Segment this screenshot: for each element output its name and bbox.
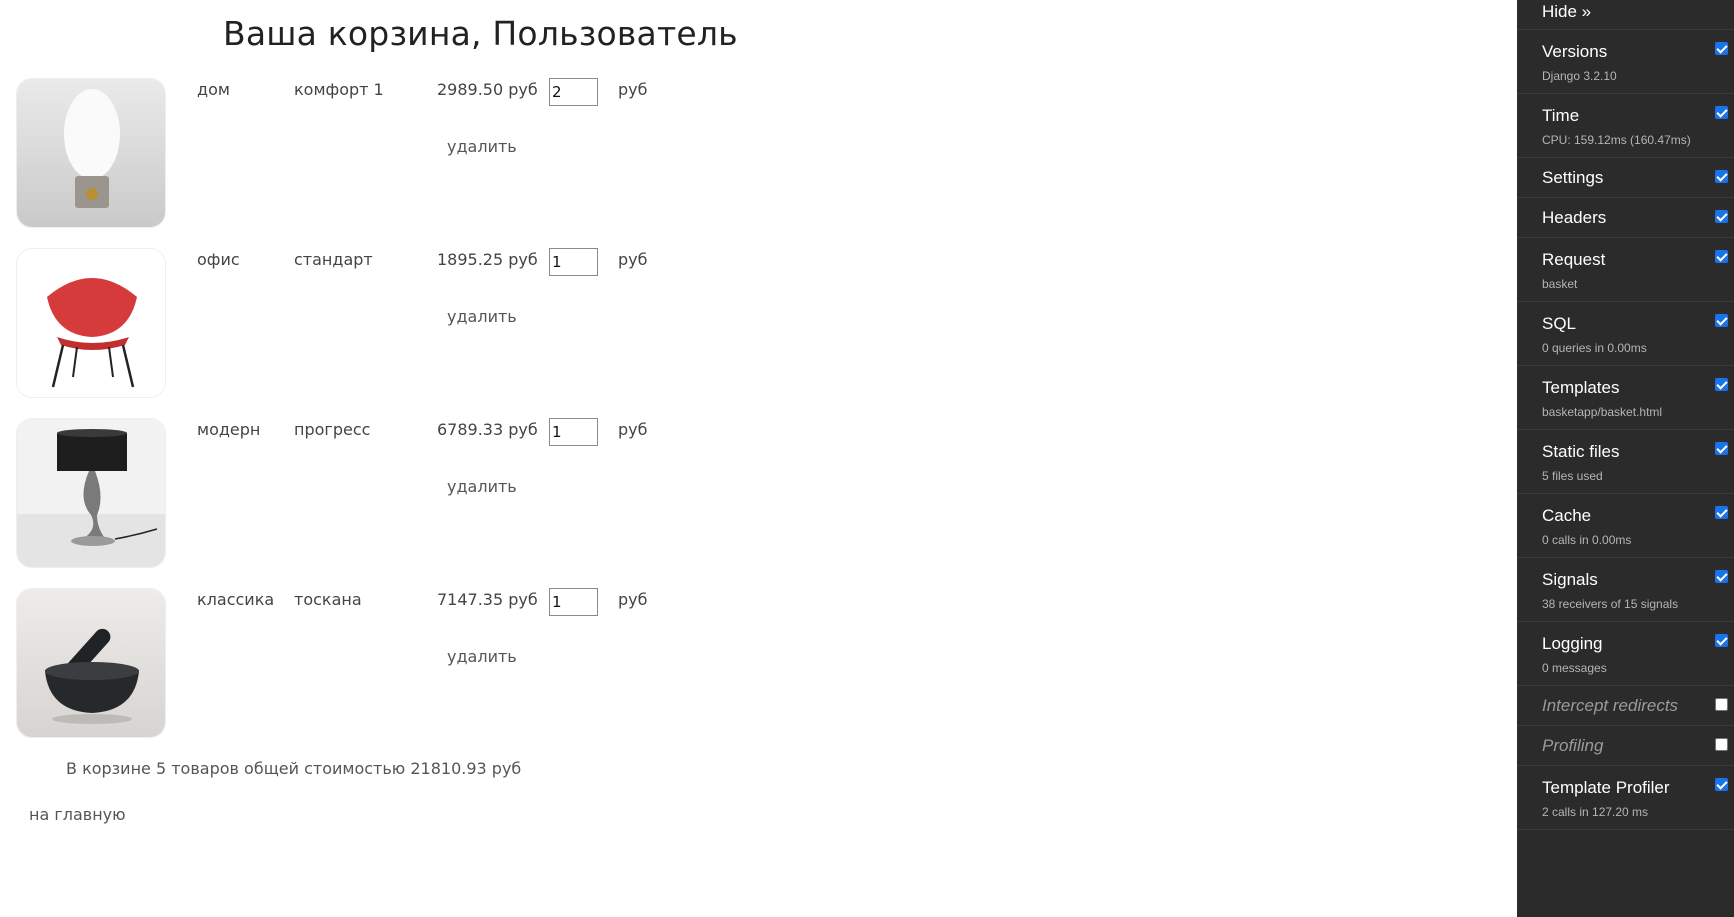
basket-item: офис стандарт 1895.25 руб руб удалить — [16, 248, 716, 398]
red-chair-icon[interactable] — [16, 248, 166, 398]
panel-cache[interactable]: Cache 0 calls in 0.00ms — [1517, 494, 1734, 558]
panel-toggle-checkbox[interactable] — [1715, 314, 1728, 327]
item-category: дом — [197, 80, 230, 99]
panel-subtitle: 38 receivers of 15 signals — [1542, 597, 1679, 611]
panel-title: Time — [1542, 106, 1580, 125]
home-link[interactable]: на главную — [29, 805, 126, 824]
panel-profiling[interactable]: Profiling — [1517, 726, 1734, 766]
delete-button[interactable]: удалить — [447, 477, 517, 496]
panel-toggle-checkbox[interactable] — [1715, 778, 1728, 791]
panel-subtitle: basket — [1542, 277, 1578, 291]
panel-title: Static files — [1542, 442, 1620, 461]
panel-subtitle: basketapp/basket.html — [1542, 405, 1663, 419]
panel-template-profiler[interactable]: Template Profiler 2 calls in 127.20 ms — [1517, 766, 1734, 830]
panel-title: Cache — [1542, 506, 1592, 525]
item-category: модерн — [197, 420, 261, 439]
item-currency: руб — [618, 420, 648, 439]
panel-static-files[interactable]: Static files 5 files used — [1517, 430, 1734, 494]
panel-versions[interactable]: Versions Django 3.2.10 — [1517, 30, 1734, 94]
panel-title: Intercept redirects — [1542, 696, 1679, 715]
panel-toggle-checkbox[interactable] — [1715, 698, 1728, 711]
panel-title: Profiling — [1542, 736, 1604, 755]
basket-page: Ваша корзина, Пользователь дом комфорт 1… — [0, 0, 1517, 917]
panel-toggle-checkbox[interactable] — [1715, 634, 1728, 647]
hide-toolbar-button[interactable]: Hide » — [1517, 0, 1734, 30]
item-price: 2989.50 руб — [437, 80, 538, 99]
quantity-input[interactable] — [549, 418, 598, 446]
panel-title: Template Profiler — [1542, 778, 1670, 797]
delete-button[interactable]: удалить — [447, 647, 517, 666]
panel-subtitle: 5 files used — [1542, 469, 1603, 483]
item-price: 1895.25 руб — [437, 250, 538, 269]
panel-toggle-checkbox[interactable] — [1715, 738, 1728, 751]
panel-toggle-checkbox[interactable] — [1715, 378, 1728, 391]
item-currency: руб — [618, 250, 648, 269]
panel-subtitle: 2 calls in 127.20 ms — [1542, 805, 1649, 819]
panel-subtitle: Django 3.2.10 — [1542, 69, 1617, 83]
mortar-pestle-icon[interactable] — [16, 588, 166, 738]
panel-toggle-checkbox[interactable] — [1715, 442, 1728, 455]
basket-summary: В корзине 5 товаров общей стоимостью 218… — [66, 759, 522, 778]
basket-item: модерн прогресс 6789.33 руб руб удалить — [16, 418, 716, 568]
quantity-input[interactable] — [549, 78, 598, 106]
debug-toolbar: Hide » Versions Django 3.2.10 Time CPU: … — [1517, 0, 1734, 917]
egg-lamp-icon[interactable] — [16, 78, 166, 228]
item-name: прогресс — [294, 420, 371, 439]
panel-subtitle: 0 calls in 0.00ms — [1542, 533, 1632, 547]
panel-subtitle: 0 queries in 0.00ms — [1542, 341, 1647, 355]
item-name: комфорт 1 — [294, 80, 384, 99]
panel-toggle-checkbox[interactable] — [1715, 42, 1728, 55]
panel-subtitle: CPU: 159.12ms (160.47ms) — [1542, 133, 1691, 147]
delete-button[interactable]: удалить — [447, 137, 517, 156]
panel-toggle-checkbox[interactable] — [1715, 170, 1728, 183]
item-price: 7147.35 руб — [437, 590, 538, 609]
panel-templates[interactable]: Templates basketapp/basket.html — [1517, 366, 1734, 430]
panel-toggle-checkbox[interactable] — [1715, 210, 1728, 223]
panel-title: Logging — [1542, 634, 1603, 653]
item-price: 6789.33 руб — [437, 420, 538, 439]
panel-title: Signals — [1542, 570, 1598, 589]
page-title: Ваша корзина, Пользователь — [223, 14, 738, 53]
panel-title: Settings — [1542, 168, 1604, 187]
item-currency: руб — [618, 80, 648, 99]
item-category: офис — [197, 250, 240, 269]
panel-signals[interactable]: Signals 38 receivers of 15 signals — [1517, 558, 1734, 622]
panel-toggle-checkbox[interactable] — [1715, 570, 1728, 583]
item-name: тоскана — [294, 590, 362, 609]
panel-toggle-checkbox[interactable] — [1715, 506, 1728, 519]
item-category: классика — [197, 590, 275, 609]
delete-button[interactable]: удалить — [447, 307, 517, 326]
panel-request[interactable]: Request basket — [1517, 238, 1734, 302]
basket-item: классика тоскана 7147.35 руб руб удалить — [16, 588, 716, 738]
panel-toggle-checkbox[interactable] — [1715, 106, 1728, 119]
panel-title: Headers — [1542, 208, 1607, 227]
panel-title: Versions — [1542, 42, 1608, 61]
panel-title: Request — [1542, 250, 1606, 269]
quantity-input[interactable] — [549, 248, 598, 276]
quantity-input[interactable] — [549, 588, 598, 616]
item-name: стандарт — [294, 250, 373, 269]
panel-sql[interactable]: SQL 0 queries in 0.00ms — [1517, 302, 1734, 366]
panel-settings[interactable]: Settings — [1517, 158, 1734, 198]
panel-toggle-checkbox[interactable] — [1715, 250, 1728, 263]
basket-item: дом комфорт 1 2989.50 руб руб удалить — [16, 78, 716, 228]
panel-intercept-redirects[interactable]: Intercept redirects — [1517, 686, 1734, 726]
panel-title: SQL — [1542, 314, 1577, 333]
item-currency: руб — [618, 590, 648, 609]
panel-time[interactable]: Time CPU: 159.12ms (160.47ms) — [1517, 94, 1734, 158]
panel-title: Templates — [1542, 378, 1620, 397]
panel-headers[interactable]: Headers — [1517, 198, 1734, 238]
panel-subtitle: 0 messages — [1542, 661, 1607, 675]
black-table-lamp-icon[interactable] — [16, 418, 166, 568]
panel-logging[interactable]: Logging 0 messages — [1517, 622, 1734, 686]
